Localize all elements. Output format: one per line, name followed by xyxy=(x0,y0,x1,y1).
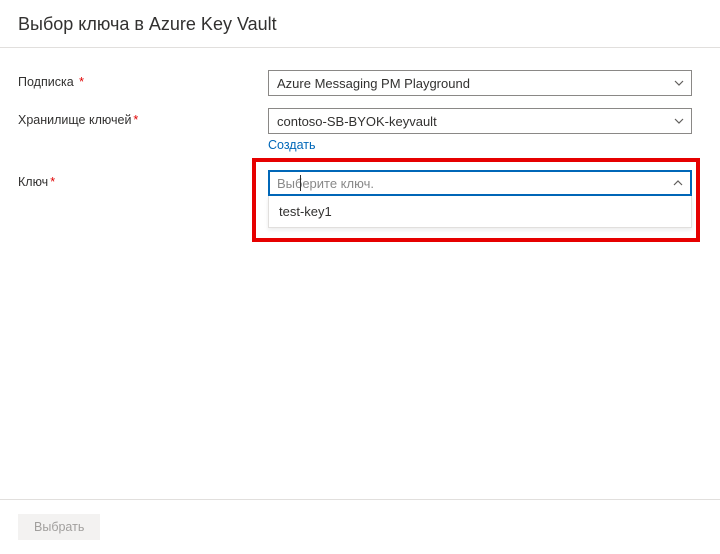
subscription-value: Azure Messaging PM Playground xyxy=(277,76,470,91)
create-vault-link[interactable]: Создать xyxy=(268,138,316,152)
text-caret xyxy=(300,175,301,191)
vault-value: contoso-SB-BYOK-keyvault xyxy=(277,114,437,129)
subscription-select[interactable]: Azure Messaging PM Playground xyxy=(268,70,692,96)
chevron-down-icon xyxy=(673,77,685,89)
key-dropdown-wrap: Выберите ключ. test-key1 xyxy=(268,170,692,196)
key-dropdown-panel: test-key1 xyxy=(268,196,692,228)
subscription-label: Подписка * xyxy=(18,70,268,89)
page-title: Выбор ключа в Azure Key Vault xyxy=(18,14,702,35)
row-vault: Хранилище ключей* contoso-SB-BYOK-keyvau… xyxy=(18,108,702,152)
row-key: Ключ* Выберите ключ. test-key1 xyxy=(18,170,702,196)
required-marker: * xyxy=(133,113,138,127)
chevron-down-icon xyxy=(673,115,685,127)
key-option[interactable]: test-key1 xyxy=(269,196,691,227)
chevron-up-icon xyxy=(672,177,684,189)
row-subscription: Подписка * Azure Messaging PM Playground xyxy=(18,70,702,96)
select-button[interactable]: Выбрать xyxy=(18,514,100,540)
required-marker: * xyxy=(50,175,55,189)
footer-bar: Выбрать xyxy=(0,499,720,554)
subscription-label-text: Подписка xyxy=(18,75,74,89)
key-label-text: Ключ xyxy=(18,175,48,189)
panel-header: Выбор ключа в Azure Key Vault xyxy=(0,0,720,48)
vault-select[interactable]: contoso-SB-BYOK-keyvault xyxy=(268,108,692,134)
vault-label-text: Хранилище ключей xyxy=(18,113,131,127)
key-select[interactable]: Выберите ключ. xyxy=(268,170,692,196)
vault-label: Хранилище ключей* xyxy=(18,108,268,127)
required-marker: * xyxy=(79,75,84,89)
key-placeholder: Выберите ключ. xyxy=(277,176,374,191)
key-label: Ключ* xyxy=(18,170,268,189)
form-body: Подписка * Azure Messaging PM Playground… xyxy=(0,48,720,196)
